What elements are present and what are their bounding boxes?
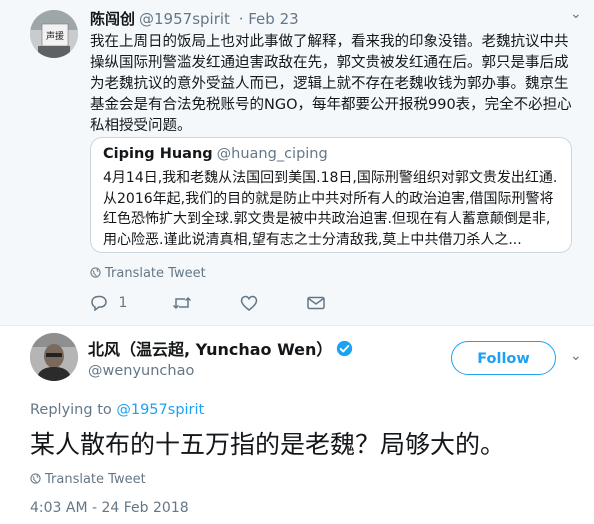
author-handle[interactable]: @wenyunchao	[88, 363, 194, 379]
quoted-tweet-header: Ciping Huang @huang_ciping	[103, 146, 328, 162]
follow-button[interactable]: Follow	[451, 341, 556, 375]
reply-count: 1	[118, 295, 128, 311]
replying-to-link[interactable]: @1957spirit	[116, 402, 204, 418]
translate-tweet-link[interactable]: Translate Tweet	[90, 266, 206, 281]
author-handle[interactable]: @1957spirit	[139, 10, 230, 28]
tweet-text: 我在上周日的饭局上也对此事做了解释，看来我的印象没错。老魏抗议中共操纵国际刑警滥…	[90, 34, 572, 134]
translate-label: Translate Tweet	[105, 266, 206, 281]
message-button[interactable]	[306, 295, 325, 311]
avatar[interactable]	[30, 333, 78, 381]
tweet-actions: 1	[90, 295, 325, 315]
replying-prefix: Replying to	[30, 402, 117, 418]
tweet-text: 某人散布的十五万指的是老魏？局够大的。	[30, 430, 506, 459]
retweet-icon	[172, 296, 191, 310]
divider	[0, 325, 594, 326]
quoted-tweet-text: 4月14日,我和老魏从法国回到美国.18日,国际刑警组织对郭文贵发出红通.从20…	[103, 170, 558, 248]
quoted-author-handle: @huang_ciping	[216, 146, 328, 162]
like-button[interactable]	[240, 295, 258, 311]
quoted-author-name: Ciping Huang	[103, 146, 213, 162]
svg-text:声援: 声援	[46, 30, 64, 42]
tweet-timestamp[interactable]: 4:03 AM - 24 Feb 2018	[30, 500, 189, 516]
translate-label: Translate Tweet	[45, 472, 146, 487]
chevron-down-icon[interactable]: ⌄	[570, 6, 582, 22]
heart-icon	[241, 295, 258, 311]
retweet-button[interactable]	[172, 295, 192, 311]
tweet-time[interactable]: · Feb 23	[239, 10, 299, 28]
reply-button[interactable]: 1	[90, 295, 128, 312]
envelope-icon	[306, 296, 325, 310]
quoted-tweet[interactable]: Ciping Huang @huang_ciping 4月14日,我和老魏从法国回…	[90, 137, 572, 253]
avatar[interactable]: 声援	[30, 10, 78, 58]
chevron-down-icon[interactable]: ⌄	[570, 348, 582, 364]
author-name-text: 北风（温云超, Yunchao Wen）	[88, 340, 333, 359]
translate-tweet-link[interactable]: Translate Tweet	[30, 472, 146, 487]
author-name[interactable]: 北风（温云超, Yunchao Wen）	[88, 336, 353, 360]
globe-icon	[30, 473, 41, 484]
globe-icon	[90, 267, 101, 278]
replying-to: Replying to @1957spirit	[30, 402, 204, 418]
verified-badge-icon	[337, 340, 353, 357]
author-name[interactable]: 陈闯创	[90, 10, 135, 28]
parent-tweet-header: 陈闯创 @1957spirit · Feb 23	[90, 8, 299, 29]
reply-icon	[91, 295, 107, 312]
